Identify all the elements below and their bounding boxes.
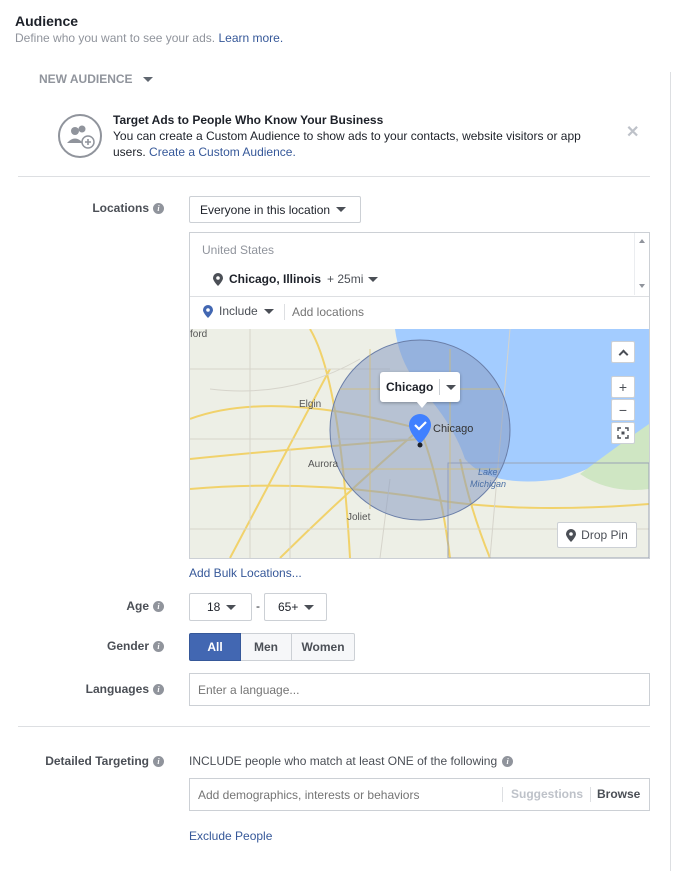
gender-label-text: Gender [106, 639, 149, 653]
age-label: Age i [126, 599, 164, 613]
scrollbar[interactable] [634, 233, 649, 295]
locations-label-text: Locations [92, 201, 149, 215]
radius-label: + 25mi [327, 272, 364, 286]
collapse-map-button[interactable] [611, 341, 635, 363]
scroll-up-icon[interactable] [639, 239, 645, 243]
pin-icon [203, 304, 213, 318]
languages-label: Languages i [86, 682, 164, 696]
drop-pin-label: Drop Pin [581, 528, 628, 542]
chevron-down-icon [226, 604, 237, 610]
divider [18, 726, 650, 727]
suggestions-button[interactable]: Suggestions [511, 787, 583, 801]
selected-location: Chicago, Illinois + 25mi [213, 272, 379, 286]
chevron-down-icon [446, 384, 457, 390]
age-max-value: 65+ [278, 600, 299, 614]
info-icon[interactable]: i [153, 683, 164, 695]
fullscreen-icon [617, 427, 629, 439]
map-label-lake: Lake [478, 467, 498, 477]
include-label: Include [219, 304, 258, 318]
create-custom-audience-link[interactable]: Create a Custom Audience. [149, 145, 296, 159]
add-bulk-locations-link[interactable]: Add Bulk Locations... [189, 566, 302, 580]
targeting-input[interactable] [190, 779, 495, 810]
detailed-targeting-label-text: Detailed Targeting [45, 754, 149, 768]
map-label-ford: ford [190, 329, 208, 340]
age-min-value: 18 [207, 600, 221, 614]
detailed-targeting-label: Detailed Targeting i [45, 754, 164, 768]
chevron-down-icon [336, 207, 347, 212]
subtitle-text: Define who you want to see your ads. [15, 31, 216, 45]
targeting-input-box: Suggestions Browse [189, 778, 650, 811]
age-min-select[interactable]: 18 [189, 593, 252, 621]
location-type-select[interactable]: Everyone in this location [189, 196, 361, 223]
include-select[interactable]: Include [203, 304, 274, 318]
drop-pin-button[interactable]: Drop Pin [557, 522, 637, 548]
divider [190, 296, 649, 297]
languages-label-text: Languages [85, 682, 149, 696]
chevron-down-icon [142, 76, 153, 82]
locations-label: Locations i [92, 201, 164, 215]
chevron-down-icon [263, 308, 274, 314]
new-audience-dropdown[interactable]: NEW AUDIENCE [39, 72, 153, 86]
selected-city: Chicago, Illinois [229, 272, 322, 286]
browse-button[interactable]: Browse [597, 787, 640, 801]
chevron-down-icon [304, 604, 315, 610]
divider [284, 304, 285, 320]
close-icon[interactable]: ✕ [626, 122, 639, 142]
divider [590, 787, 591, 802]
include-description-text: INCLUDE people who match at least ONE of… [189, 754, 498, 768]
location-pin-icon[interactable] [409, 414, 431, 448]
map-label-joliet: Joliet [347, 512, 371, 523]
exclude-people-link[interactable]: Exclude People [189, 829, 272, 843]
location-type-label: Everyone in this location [200, 202, 331, 217]
age-max-select[interactable]: 65+ [264, 593, 327, 621]
pin-icon [213, 272, 223, 286]
map-label-chicago: Chicago [433, 423, 474, 435]
plus-icon: + [618, 379, 628, 395]
page-title: Audience [15, 13, 79, 29]
map-label-elgin: Elgin [299, 399, 322, 410]
info-icon[interactable]: i [153, 640, 164, 652]
divider [502, 787, 503, 802]
add-locations-input[interactable] [292, 302, 632, 322]
notice-body: You can create a Custom Audience to show… [113, 128, 613, 160]
scroll-down-icon[interactable] [639, 284, 645, 288]
new-audience-label: NEW AUDIENCE [39, 72, 133, 86]
fit-bounds-button[interactable] [611, 422, 635, 444]
custom-audience-icon [58, 114, 102, 158]
radius-select[interactable]: + 25mi [327, 272, 379, 286]
include-description: INCLUDE people who match at least ONE of… [189, 754, 514, 768]
learn-more-link[interactable]: Learn more. [218, 31, 283, 45]
gender-all-button[interactable]: All [189, 633, 241, 661]
info-icon[interactable]: i [153, 755, 164, 767]
city-popup-label: Chicago [386, 380, 434, 394]
notice-title: Target Ads to People Who Know Your Busin… [113, 113, 384, 127]
divider [18, 176, 650, 177]
divider [439, 379, 441, 395]
language-input[interactable] [189, 673, 650, 706]
gender-label: Gender i [107, 639, 164, 653]
map-label-aurora: Aurora [308, 459, 339, 470]
zoom-in-button[interactable]: + [611, 376, 635, 398]
age-label-text: Age [126, 599, 149, 613]
age-separator: - [256, 599, 260, 613]
gender-men-button[interactable]: Men [241, 633, 292, 661]
country-label: United States [202, 243, 275, 257]
page-subtitle: Define who you want to see your ads. Lea… [15, 31, 283, 45]
panel-border [670, 72, 671, 871]
map[interactable]: ford Elgin Aurora Joliet Chicago Lake Mi… [190, 329, 649, 558]
map-label-michigan: Michigan [470, 479, 507, 489]
chevron-up-icon [618, 349, 628, 359]
chevron-down-icon [368, 276, 379, 282]
minus-icon: − [618, 402, 628, 418]
popup-arrow [416, 401, 428, 408]
gender-toggle: All Men Women [189, 633, 355, 661]
info-icon[interactable]: i [153, 202, 164, 214]
info-icon[interactable]: i [502, 755, 514, 767]
info-icon[interactable]: i [153, 600, 164, 612]
zoom-out-button[interactable]: − [611, 399, 635, 421]
pin-icon [566, 528, 577, 542]
city-popup[interactable]: Chicago [380, 372, 460, 402]
gender-women-button[interactable]: Women [292, 633, 355, 661]
